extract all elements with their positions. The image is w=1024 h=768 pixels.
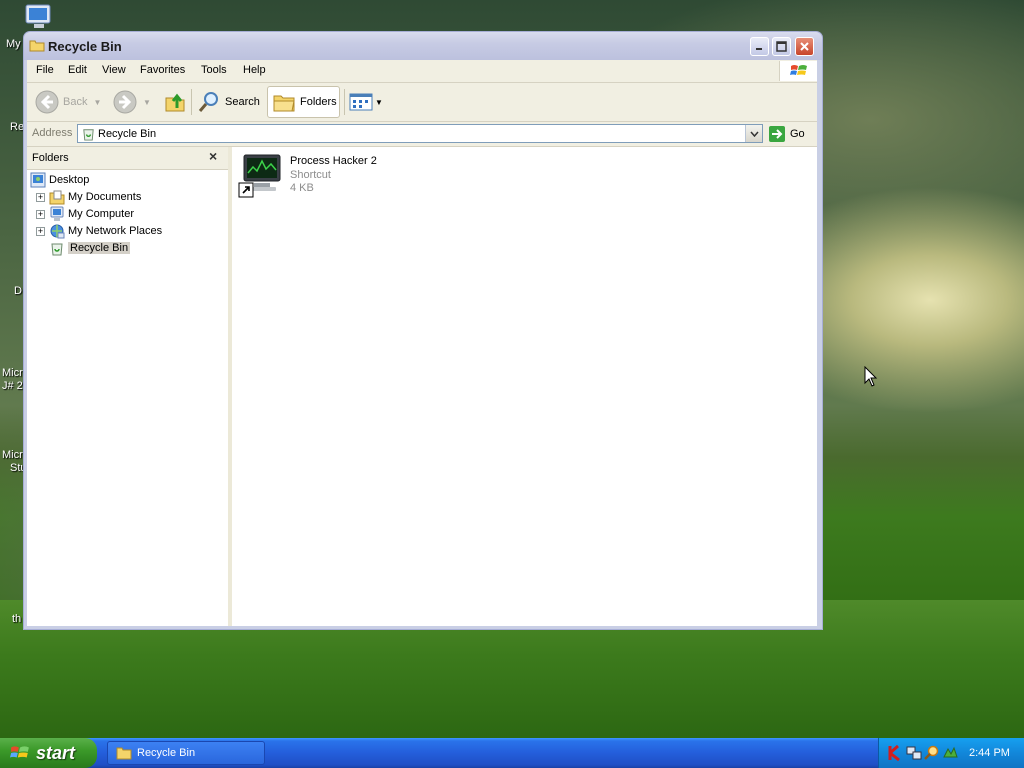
desktop-icon-label: J# 2 (2, 380, 23, 392)
search-icon (198, 92, 218, 112)
recycle-bin-icon (83, 129, 94, 141)
file-size: 4 KB (290, 182, 314, 194)
taskbar-clock[interactable]: 2:44 PM (969, 747, 1010, 759)
menu-file[interactable]: File (36, 64, 54, 76)
process-hacker-icon (238, 154, 281, 198)
address-label: Address (32, 127, 73, 139)
tree-item-label: My Network Places (68, 225, 163, 237)
standard-toolbar: Back ▼ ▼ Search Folders ▼ (27, 83, 817, 122)
close-button[interactable] (795, 37, 814, 56)
go-label: Go (790, 128, 805, 140)
desktop-icon (30, 172, 46, 188)
title-bar[interactable]: Recycle Bin (24, 32, 822, 60)
folder-icon (116, 747, 132, 760)
folders-icon (273, 95, 295, 112)
back-button[interactable]: Back ▼ (35, 86, 101, 118)
minimize-icon (756, 48, 762, 50)
menu-edit[interactable]: Edit (68, 64, 87, 76)
tree-item-label: My Computer (68, 208, 135, 220)
mouse-cursor-icon (864, 366, 878, 387)
menu-favorites[interactable]: Favorites (140, 64, 185, 76)
views-button[interactable]: ▼ (349, 86, 383, 118)
up-folder-button[interactable] (163, 86, 187, 118)
windows-logo-icon (779, 61, 817, 81)
explorer-window: Recycle Bin File Edit View Favorites Too… (23, 31, 823, 630)
menu-bar: File Edit View Favorites Tools Help (27, 60, 817, 83)
start-label: start (36, 742, 76, 763)
tree-item-label: My Documents (68, 191, 142, 203)
search-button[interactable]: Search (197, 86, 260, 118)
go-button[interactable]: Go (768, 125, 805, 143)
folders-button[interactable]: Folders (267, 86, 340, 118)
back-dropdown-icon[interactable]: ▼ (93, 98, 101, 107)
address-input[interactable]: Recycle Bin (77, 124, 763, 143)
go-arrow-icon (769, 126, 785, 142)
forward-button[interactable]: ▼ (113, 86, 151, 118)
minimize-button[interactable] (750, 37, 769, 56)
expand-network-places-button[interactable]: + (36, 227, 45, 236)
menu-view[interactable]: View (102, 64, 126, 76)
tree-item-my-computer[interactable]: My Computer (49, 206, 134, 222)
system-tray: 2:44 PM (878, 738, 1024, 768)
maximize-icon (776, 41, 787, 52)
tree-item-desktop[interactable]: Desktop (30, 172, 89, 188)
network-places-icon (50, 224, 65, 239)
security-tray-icon[interactable] (942, 745, 958, 761)
desktop-icon-label: Re (10, 121, 25, 133)
address-value: Recycle Bin (98, 128, 157, 140)
kaspersky-icon[interactable] (888, 745, 904, 761)
menu-tools[interactable]: Tools (201, 64, 227, 76)
my-documents-icon (49, 190, 65, 205)
maximize-button[interactable] (772, 37, 791, 56)
start-button[interactable]: start (0, 738, 97, 768)
file-list: Process Hacker 2 Shortcut 4 KB (232, 147, 817, 626)
desktop-icon-label: My (6, 38, 21, 50)
views-icon (349, 93, 373, 111)
window-client: File Edit View Favorites Tools Help Back… (27, 60, 817, 626)
folders-pane-title: Folders (32, 152, 69, 164)
forward-dropdown-icon[interactable]: ▼ (143, 98, 151, 107)
back-arrow-icon (35, 90, 59, 114)
folders-label: Folders (300, 96, 337, 108)
toolbar-separator (344, 89, 345, 115)
up-folder-icon (165, 93, 185, 112)
desktop-icon-label: th (12, 613, 22, 625)
address-bar: Address Recycle Bin Go (27, 122, 817, 147)
taskbar-button-recycle-bin[interactable]: Recycle Bin (107, 741, 265, 765)
file-item[interactable]: Process Hacker 2 Shortcut 4 KB (238, 153, 438, 203)
close-icon (800, 42, 809, 51)
menu-help[interactable]: Help (243, 64, 266, 76)
tree-item-my-documents[interactable]: My Documents (49, 189, 141, 205)
back-label: Back (63, 96, 88, 108)
folders-pane: Folders × Desktop + My Documents + My Co… (27, 147, 229, 626)
my-computer-desktop-icon[interactable] (22, 3, 56, 31)
views-dropdown-icon[interactable]: ▼ (375, 98, 383, 107)
my-computer-icon (50, 206, 64, 221)
file-name: Process Hacker 2 (290, 155, 377, 167)
chevron-down-icon (749, 131, 759, 137)
tree-item-label: Desktop (49, 174, 90, 186)
recycle-bin-icon (51, 243, 63, 256)
taskbar: start Recycle Bin 2:44 PM (0, 738, 1024, 768)
address-dropdown-button[interactable] (745, 125, 762, 142)
tree-item-my-network-places[interactable]: My Network Places (49, 223, 162, 239)
toolbar-separator (191, 89, 192, 115)
folder-icon (29, 40, 45, 52)
windows-flag-icon (10, 746, 29, 758)
search-label: Search (225, 96, 260, 108)
forward-arrow-icon (113, 90, 137, 114)
tree-item-recycle-bin[interactable]: Recycle Bin (49, 240, 131, 256)
file-type: Shortcut (290, 169, 331, 181)
folders-pane-header: Folders × (27, 147, 228, 170)
tree-item-label: Recycle Bin (68, 242, 131, 254)
expand-my-documents-button[interactable]: + (36, 193, 45, 202)
taskbar-button-label: Recycle Bin (137, 747, 196, 759)
window-title: Recycle Bin (48, 39, 122, 54)
network-icon[interactable] (906, 745, 922, 761)
desktop-icon-label: D (14, 285, 22, 297)
search-tray-icon[interactable] (924, 745, 940, 761)
folders-pane-close-button[interactable]: × (209, 148, 217, 164)
expand-my-computer-button[interactable]: + (36, 210, 45, 219)
